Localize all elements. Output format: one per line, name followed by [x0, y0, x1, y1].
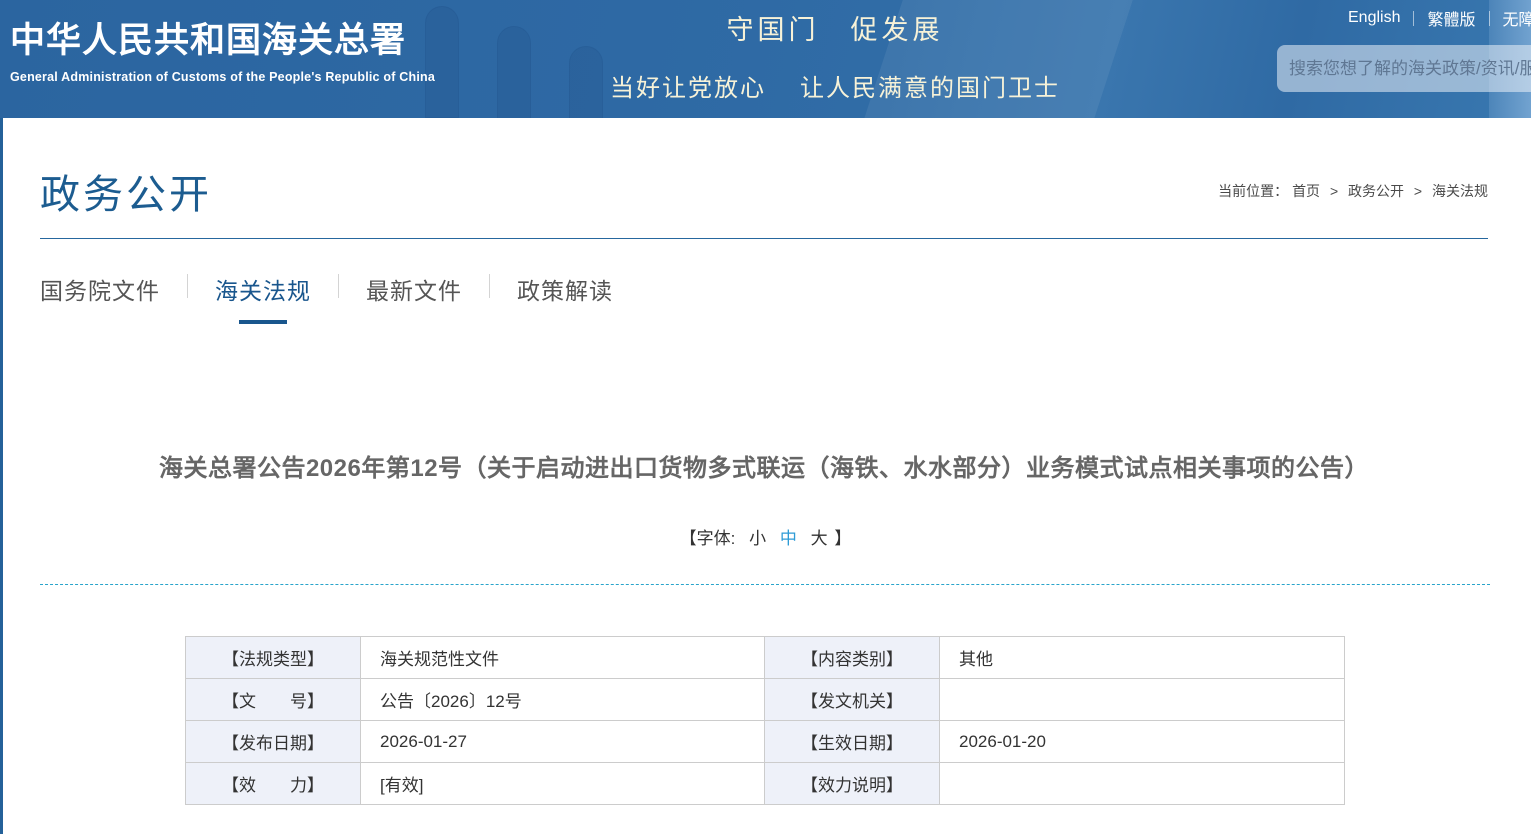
breadcrumb: 当前位置： 首页 > 政务公开 > 海关法规 — [1218, 181, 1488, 201]
slogan-line1: 守国门 促发展 — [555, 8, 1115, 47]
meta-label-validity: 【效 力】 — [186, 763, 361, 805]
meta-row: 【发布日期】 2026-01-27 【生效日期】 2026-01-20 — [186, 721, 1345, 763]
article-title: 海关总署公告2026年第12号（关于启动进出口货物多式联运（海铁、水水部分）业务… — [40, 448, 1488, 483]
meta-label-document-number: 【文 号】 — [186, 679, 361, 721]
header-building-art — [497, 26, 531, 118]
tab-latest-documents[interactable]: 最新文件 — [339, 272, 489, 306]
site-header: 中华人民共和国海关总署 General Administration of Cu… — [0, 0, 1531, 118]
site-logo-title: 中华人民共和国海关总署 — [10, 12, 435, 63]
font-size-medium-button[interactable]: 中 — [780, 529, 797, 548]
dashed-divider — [40, 584, 1490, 585]
page-left-border — [0, 118, 3, 834]
breadcrumb-separator: > — [1330, 183, 1338, 199]
font-size-selector: 【字体: 小 中 大 】 — [0, 524, 1531, 549]
tab-policy-interpretation[interactable]: 政策解读 — [490, 272, 640, 306]
meta-label-publish-date: 【发布日期】 — [186, 721, 361, 763]
meta-label-content-category: 【内容类别】 — [765, 637, 940, 679]
breadcrumb-level2[interactable]: 海关法规 — [1432, 183, 1488, 199]
nav-accessibility-link[interactable]: 无障碍 — [1503, 6, 1531, 30]
header-slogans: 守国门 促发展 当好让党放心 让人民满意的国门卫士 — [555, 8, 1115, 103]
category-tabs: 国务院文件 海关法规 最新文件 政策解读 — [40, 272, 640, 324]
slogan-line2: 当好让党放心 让人民满意的国门卫士 — [555, 68, 1115, 103]
breadcrumb-label: 当前位置： — [1218, 183, 1288, 199]
meta-row: 【效 力】 [有效] 【效力说明】 — [186, 763, 1345, 805]
tab-customs-regulations[interactable]: 海关法规 — [188, 272, 338, 324]
tab-state-council-documents[interactable]: 国务院文件 — [40, 272, 187, 306]
nav-english-link[interactable]: English — [1348, 9, 1400, 27]
breadcrumb-separator: > — [1414, 183, 1422, 199]
nav-traditional-chinese-link[interactable]: 繁體版 — [1427, 6, 1475, 30]
meta-row: 【法规类型】 海关规范性文件 【内容类别】 其他 — [186, 637, 1345, 679]
search-input[interactable] — [1289, 59, 1531, 79]
meta-value-validity-note — [940, 763, 1345, 805]
document-meta-table: 【法规类型】 海关规范性文件 【内容类别】 其他 【文 号】 公告〔2026〕1… — [185, 636, 1345, 805]
meta-label-validity-note: 【效力说明】 — [765, 763, 940, 805]
meta-label-regulation-type: 【法规类型】 — [186, 637, 361, 679]
section-title-rule — [40, 238, 1488, 239]
site-logo[interactable]: 中华人民共和国海关总署 General Administration of Cu… — [10, 12, 435, 84]
nav-separator — [1489, 11, 1490, 26]
breadcrumb-level1[interactable]: 政务公开 — [1348, 183, 1404, 199]
nav-separator — [1413, 11, 1414, 26]
meta-value-publish-date: 2026-01-27 — [361, 721, 765, 763]
site-logo-subtitle: General Administration of Customs of the… — [10, 70, 435, 84]
page-title: 政务公开 — [40, 162, 212, 220]
meta-value-validity: [有效] — [361, 763, 765, 805]
meta-value-content-category: 其他 — [940, 637, 1345, 679]
breadcrumb-home[interactable]: 首页 — [1292, 183, 1320, 199]
top-utility-nav: English 繁體版 无障碍 — [1348, 6, 1531, 30]
meta-label-effective-date: 【生效日期】 — [765, 721, 940, 763]
meta-label-issuing-authority: 【发文机关】 — [765, 679, 940, 721]
font-size-large-button[interactable]: 大 — [811, 529, 828, 548]
meta-value-issuing-authority — [940, 679, 1345, 721]
font-size-label: 【字体: — [680, 529, 736, 548]
search-box[interactable] — [1277, 45, 1531, 92]
meta-value-regulation-type: 海关规范性文件 — [361, 637, 765, 679]
meta-value-effective-date: 2026-01-20 — [940, 721, 1345, 763]
font-size-label-suffix: 】 — [834, 529, 851, 548]
meta-value-document-number: 公告〔2026〕12号 — [361, 679, 765, 721]
meta-row: 【文 号】 公告〔2026〕12号 【发文机关】 — [186, 679, 1345, 721]
font-size-small-button[interactable]: 小 — [749, 529, 766, 548]
